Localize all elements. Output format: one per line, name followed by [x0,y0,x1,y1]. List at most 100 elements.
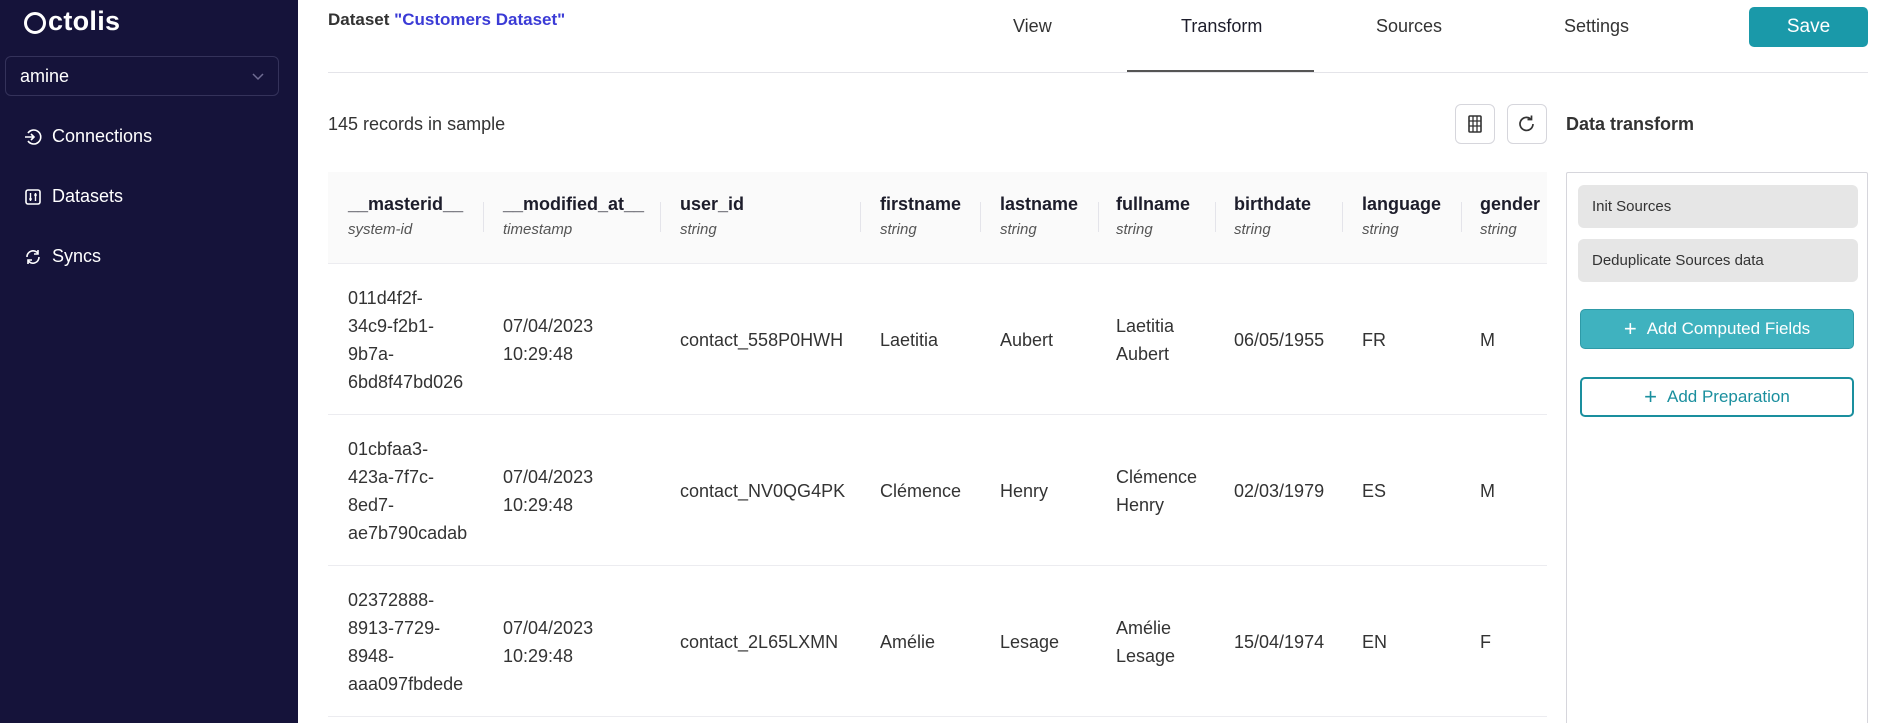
column-header-gender[interactable]: gender string [1480,194,1540,238]
sidebar-item-label: Datasets [52,186,124,206]
sidebar-item-syncs[interactable]: Syncs [24,246,101,267]
refresh-icon [1519,115,1534,132]
cell-birthdate: 02/03/1979 [1234,480,1325,501]
records-count: 145 records in sample [328,114,506,134]
brand-name: ctolis [48,6,121,36]
columns-button[interactable] [1455,104,1495,144]
column-header-user-id[interactable]: user_id string [680,194,744,238]
column-name: __masterid__ [348,194,464,214]
column-divider[interactable] [860,202,861,232]
column-header-fullname[interactable]: fullname string [1116,194,1190,238]
cell-line: 01cbfaa3- [348,438,429,459]
column-header-firstname[interactable]: firstname string [880,194,961,238]
save-button[interactable]: Save [1749,7,1868,47]
column-divider[interactable] [660,202,661,232]
column-header-birthdate[interactable]: birthdate string [1234,194,1311,238]
column-type: string [880,221,917,238]
tab-settings[interactable]: Settings [1564,16,1629,37]
column-name: user_id [680,194,745,214]
cell-masterid: 02372888- 8913-7729- 8948- aaa097fbdede [348,566,463,717]
table-row[interactable]: 011d4f2f- 34c9-f2b1- 9b7a- 6bd8f47bd026 … [328,264,1547,415]
page-title-prefix: Dataset [328,10,395,29]
tab-sources[interactable]: Sources [1376,16,1442,37]
sidebar-item-datasets[interactable]: Datasets [24,186,123,207]
column-name: firstname [880,194,962,214]
cell-user-id: contact_558P0HWH [680,329,844,350]
step-init-sources[interactable]: Init Sources [1578,185,1858,228]
cell-firstname: Amélie [880,631,936,652]
column-divider[interactable] [1215,202,1216,232]
cell-line: Lesage [1116,645,1176,666]
cell-firstname: Clémence [880,480,962,501]
column-name: language [1362,194,1442,214]
cell-line: ae7b790cadab [348,522,468,543]
cell-masterid: 01cbfaa3- 423a-7f7c- 8ed7- ae7b790cadab [348,415,467,566]
data-table: __masterid__ system-id __modified_at__ t… [328,172,1547,723]
cell-gender: M [1480,329,1495,350]
dataset-name[interactable]: "Customers Dataset" [394,10,565,29]
org-select[interactable]: amine [5,56,279,96]
cell-language: ES [1362,480,1387,501]
column-name: fullname [1116,194,1191,214]
cell-line: 07/04/2023 [503,617,594,638]
cell-line: 10:29:48 [503,494,574,515]
column-type: string [1362,221,1399,238]
column-name: gender [1480,194,1541,214]
tab-transform[interactable]: Transform [1181,16,1262,37]
cell-line: 34c9-f2b1- [348,315,435,336]
cell-line: Clémence [1116,466,1198,487]
sync-icon [26,249,40,264]
column-divider[interactable] [980,202,981,232]
sidebar-item-label: Syncs [52,246,102,266]
table-row[interactable]: 02372888- 8913-7729- 8948- aaa097fbdede … [328,566,1547,717]
page-title: Dataset "Customers Dataset" [328,10,565,30]
cell-masterid: 011d4f2f- 34c9-f2b1- 9b7a- 6bd8f47bd026 [348,264,463,415]
table-header: __masterid__ system-id __modified_at__ t… [328,172,1547,264]
column-type: string [680,221,717,238]
cell-line: 423a-7f7c- [348,466,435,487]
sidebar-item-label: Connections [52,126,153,146]
column-type: string [1234,221,1271,238]
sidebar-item-connections[interactable]: Connections [24,126,152,147]
cell-line: 011d4f2f- [348,287,423,308]
brand-logo[interactable]: ctolis [24,6,120,37]
column-header-masterid[interactable]: __masterid__ system-id [348,194,463,238]
column-divider[interactable] [1098,202,1099,232]
cell-lastname: Lesage [1000,631,1060,652]
column-header-language[interactable]: language string [1362,194,1441,238]
table-row[interactable]: 01cbfaa3- 423a-7f7c- 8ed7- ae7b790cadab … [328,415,1547,566]
cell-fullname: Laetitia Aubert [1116,264,1174,415]
step-deduplicate-sources[interactable]: Deduplicate Sources data [1578,239,1858,282]
add-preparation-button[interactable]: + Add Preparation [1580,377,1854,417]
column-name: lastname [1000,194,1079,214]
column-header-lastname[interactable]: lastname string [1000,194,1078,238]
cell-firstname: Laetitia [880,329,939,350]
cell-gender: M [1480,480,1495,501]
org-select-value: amine [20,65,70,86]
column-divider[interactable] [483,202,484,232]
cell-line: 8913-7729- [348,617,441,638]
cell-gender: F [1480,631,1491,652]
column-name: __modified_at__ [503,194,645,214]
cell-line: Amélie [1116,617,1172,638]
column-divider[interactable] [1461,202,1462,232]
cell-line: 10:29:48 [503,343,574,364]
add-preparation-label: Add Preparation [1666,387,1790,406]
add-computed-fields-button[interactable]: + Add Computed Fields [1580,309,1854,349]
cell-fullname: Amélie Lesage [1116,566,1175,717]
tab-view[interactable]: View [1013,16,1052,37]
cell-line: Aubert [1116,343,1170,364]
cell-lastname: Aubert [1000,329,1054,350]
cell-line: 9b7a- [348,343,395,364]
cell-lastname: Henry [1000,480,1049,501]
cell-language: EN [1362,631,1388,652]
cell-language: FR [1362,329,1386,350]
chevron-down-icon [252,73,264,81]
cell-birthdate: 06/05/1955 [1234,329,1325,350]
column-divider[interactable] [1342,202,1343,232]
column-type: string [1116,221,1153,238]
refresh-button[interactable] [1507,104,1547,144]
column-type: string [1480,221,1517,238]
column-header-modified-at[interactable]: __modified_at__ timestamp [503,194,644,238]
add-computed-fields-label: Add Computed Fields [1646,319,1811,338]
